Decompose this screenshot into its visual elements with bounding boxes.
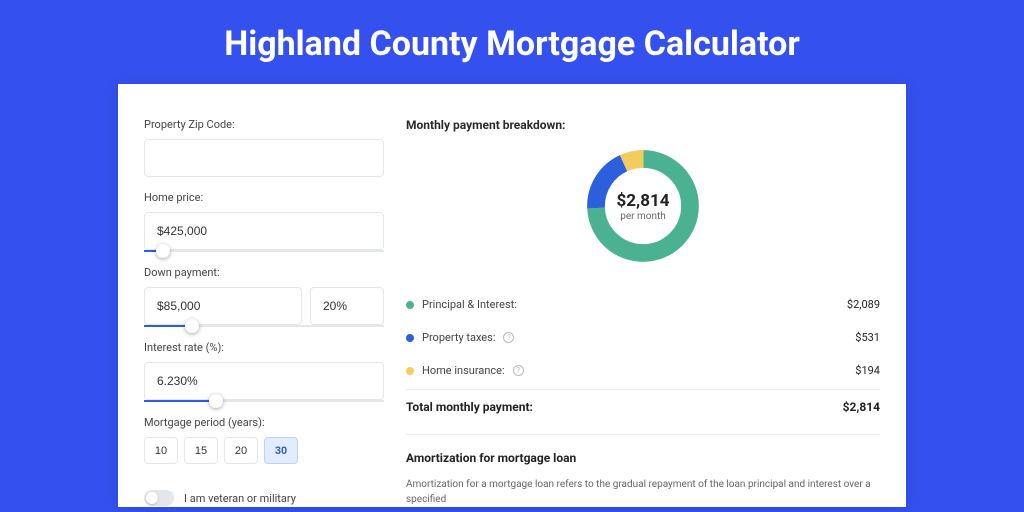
down-payment-percent-input[interactable] [310, 287, 384, 325]
page-title: Highland County Mortgage Calculator [0, 0, 1024, 84]
legend-row-pi: Principal & Interest: $2,089 [406, 288, 880, 321]
info-icon[interactable]: ? [513, 365, 524, 376]
period-btn-30[interactable]: 30 [264, 437, 298, 464]
slider-thumb[interactable] [156, 244, 170, 258]
veteran-row: I am veteran or military [144, 490, 384, 506]
toggle-knob [146, 492, 158, 504]
info-icon[interactable]: ? [503, 332, 514, 343]
interest-group: Interest rate (%): [144, 341, 384, 402]
veteran-toggle[interactable] [144, 490, 174, 506]
breakdown-column: Monthly payment breakdown: $2,814 per mo… [406, 118, 880, 507]
period-options: 10 15 20 30 [144, 437, 384, 464]
legend: Principal & Interest: $2,089 Property ta… [406, 288, 880, 387]
donut-sub: per month [620, 211, 666, 222]
period-btn-20[interactable]: 20 [224, 437, 258, 464]
dot-ins [406, 367, 414, 375]
interest-slider[interactable] [144, 400, 384, 402]
legend-label-tax: Property taxes: [422, 331, 495, 344]
slider-thumb[interactable] [209, 394, 223, 408]
calculator-card: Property Zip Code: Home price: Down paym… [118, 84, 906, 507]
down-payment-slider[interactable] [144, 325, 384, 327]
period-group: Mortgage period (years): 10 15 20 30 [144, 416, 384, 464]
total-value: $2,814 [843, 400, 880, 414]
slider-thumb[interactable] [185, 319, 199, 333]
period-label: Mortgage period (years): [144, 416, 384, 429]
home-price-label: Home price: [144, 191, 384, 204]
dot-tax [406, 334, 414, 342]
input-column: Property Zip Code: Home price: Down paym… [144, 118, 384, 507]
home-price-group: Home price: [144, 191, 384, 252]
zip-input[interactable] [144, 139, 384, 177]
legend-label-ins: Home insurance: [422, 364, 505, 377]
period-btn-10[interactable]: 10 [144, 437, 178, 464]
down-payment-amount-input[interactable] [144, 287, 302, 325]
veteran-label: I am veteran or military [184, 492, 296, 505]
home-price-slider[interactable] [144, 250, 384, 252]
donut-center: $2,814 per month [581, 144, 705, 268]
total-row: Total monthly payment: $2,814 [406, 389, 880, 414]
legend-value-pi: $2,089 [847, 298, 880, 311]
down-payment-group: Down payment: [144, 266, 384, 327]
legend-row-tax: Property taxes: ? $531 [406, 321, 880, 354]
amortization-title: Amortization for mortgage loan [406, 451, 880, 465]
slider-fill [144, 400, 216, 402]
breakdown-title: Monthly payment breakdown: [406, 118, 880, 132]
payment-donut-chart: $2,814 per month [581, 144, 705, 268]
down-payment-label: Down payment: [144, 266, 384, 279]
interest-input[interactable] [144, 362, 384, 400]
amortization-text: Amortization for a mortgage loan refers … [406, 477, 880, 507]
total-label: Total monthly payment: [406, 400, 533, 414]
donut-amount: $2,814 [617, 191, 670, 211]
dot-pi [406, 301, 414, 309]
zip-label: Property Zip Code: [144, 118, 384, 131]
period-btn-15[interactable]: 15 [184, 437, 218, 464]
legend-value-ins: $194 [855, 364, 880, 377]
home-price-input[interactable] [144, 212, 384, 250]
donut-wrap: $2,814 per month [406, 144, 880, 268]
amortization-section: Amortization for mortgage loan Amortizat… [406, 434, 880, 507]
interest-label: Interest rate (%): [144, 341, 384, 354]
legend-label-pi: Principal & Interest: [422, 298, 517, 311]
legend-row-ins: Home insurance: ? $194 [406, 354, 880, 387]
legend-value-tax: $531 [855, 331, 880, 344]
zip-group: Property Zip Code: [144, 118, 384, 177]
